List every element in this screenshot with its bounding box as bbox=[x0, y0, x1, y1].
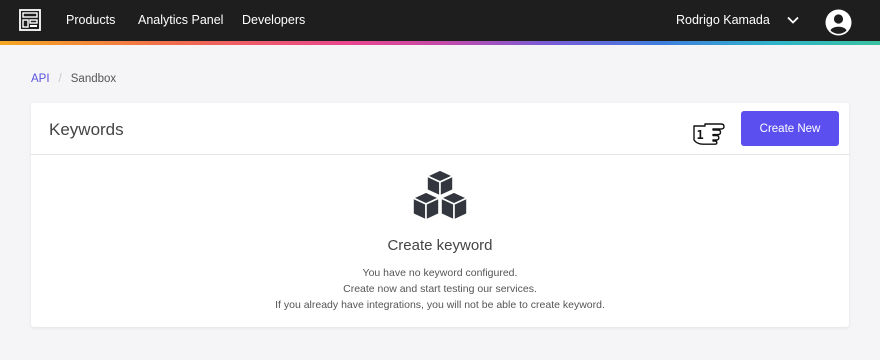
nav-products[interactable]: Products bbox=[66, 13, 115, 27]
nav-analytics-panel[interactable]: Analytics Panel bbox=[138, 13, 223, 27]
nav-developers[interactable]: Developers bbox=[242, 13, 305, 27]
keywords-card: Keywords 1 Create New Create keyword You… bbox=[31, 103, 849, 327]
breadcrumb-api[interactable]: API bbox=[31, 73, 50, 85]
breadcrumb: API / Sandbox bbox=[31, 73, 116, 85]
rainbow-accent-bar bbox=[0, 41, 880, 45]
top-navbar: Products Analytics Panel Developers Rodr… bbox=[0, 0, 880, 41]
empty-state-line-3: If you already have integrations, you wi… bbox=[275, 299, 605, 311]
card-header: Keywords 1 Create New bbox=[31, 103, 849, 155]
empty-state-title: Create keyword bbox=[387, 237, 493, 254]
pointer-badge: 1 bbox=[697, 128, 704, 142]
breadcrumb-sandbox: Sandbox bbox=[70, 73, 117, 85]
create-new-button[interactable]: Create New bbox=[741, 111, 839, 146]
empty-state-line-2: Create now and start testing our service… bbox=[343, 283, 537, 295]
logo-icon[interactable] bbox=[19, 9, 41, 31]
chevron-down-icon[interactable] bbox=[786, 13, 800, 27]
empty-state-line-1: You have no keyword configured. bbox=[362, 267, 518, 279]
user-avatar-icon[interactable] bbox=[825, 9, 852, 36]
user-name[interactable]: Rodrigo Kamada bbox=[676, 13, 770, 27]
card-title: Keywords bbox=[49, 120, 124, 139]
pointing-hand-icon: 1 bbox=[693, 123, 725, 145]
breadcrumb-separator: / bbox=[58, 73, 62, 85]
cubes-icon bbox=[412, 169, 468, 221]
